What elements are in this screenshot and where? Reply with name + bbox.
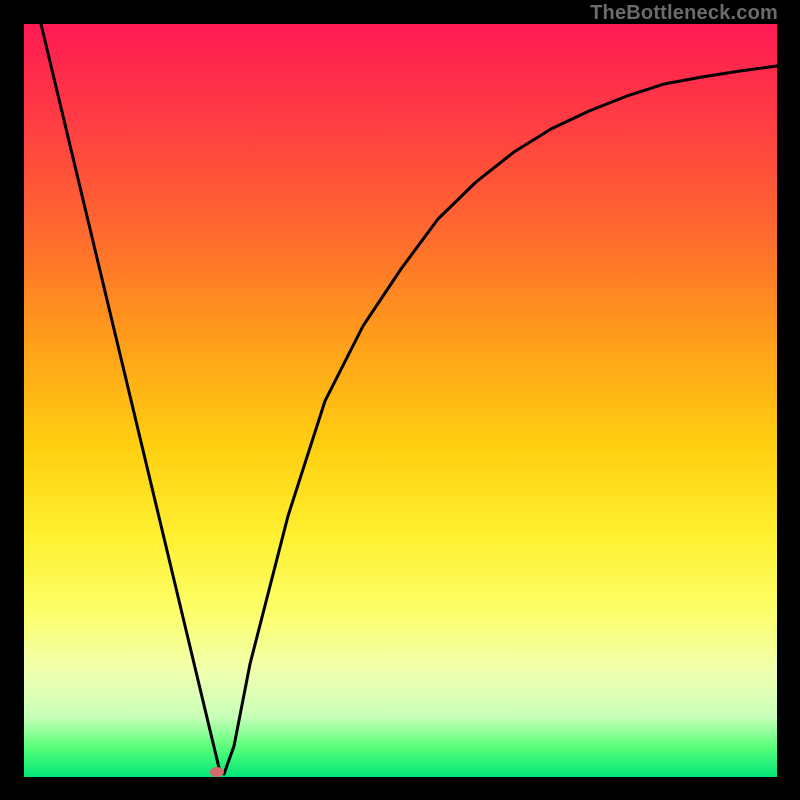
watermark-text: TheBottleneck.com bbox=[590, 2, 778, 25]
optimum-marker bbox=[210, 767, 224, 777]
chart-frame: TheBottleneck.com bbox=[0, 0, 800, 800]
curve-path bbox=[41, 24, 777, 774]
bottleneck-curve bbox=[24, 24, 777, 777]
